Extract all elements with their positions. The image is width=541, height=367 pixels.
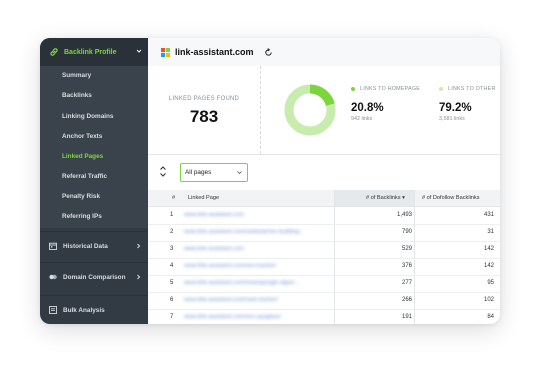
row-backlinks: 266 <box>401 297 412 303</box>
row-linked-page-link[interactable]: www.link-assistant.com/rank-tracker/ <box>184 297 278 303</box>
links-distribution-donut <box>284 84 336 136</box>
sidebar-section-label: Historical Data <box>63 242 108 250</box>
row-backlinks: 277 <box>401 280 412 286</box>
links-to-homepage-label: LINKS TO HOMEPAGE <box>360 86 421 92</box>
row-dofollow: 84 <box>487 314 494 320</box>
row-index: 4 <box>170 263 174 269</box>
row-index: 3 <box>170 246 174 252</box>
sort-icon[interactable] <box>159 165 167 178</box>
sidebar-section-label: Domain Comparison <box>63 273 126 281</box>
pages-filter-select[interactable]: All pages <box>180 163 248 182</box>
col-linked-page-header[interactable]: Linked Page <box>188 195 219 201</box>
col-backlinks-label: # of Backlinks <box>366 195 401 201</box>
app-logo-icon <box>161 47 170 57</box>
linked-pages-found-label: LINKED PAGES FOUND <box>168 96 240 102</box>
links-to-other-stat: LINKS TO OTHER 79.2% 3,581 links <box>439 86 496 122</box>
links-to-other-percent: 79.2% <box>439 102 472 114</box>
sidebar-item-summary[interactable]: Summary <box>62 72 91 79</box>
row-backlinks: 191 <box>401 314 412 320</box>
sidebar-item-penalty-risk[interactable]: Penalty Risk <box>62 193 100 200</box>
col-index-header: # <box>172 195 176 201</box>
sidebar-item-historical-data[interactable]: Historical Data <box>40 231 148 260</box>
table-row[interactable]: 4 www.link-assistant.com/seo-tracker/ 37… <box>148 258 500 276</box>
row-dofollow: 31 <box>487 229 494 235</box>
sidebar-item-domain-comparison[interactable]: Domain Comparison <box>40 262 148 291</box>
table-controls: All pages <box>148 155 500 189</box>
calendar-icon <box>49 242 57 250</box>
row-dofollow: 431 <box>483 212 494 218</box>
col-backlinks-header[interactable]: # of Backlinks ▾ <box>366 195 405 201</box>
row-linked-page-link[interactable]: www.link-assistant.com <box>184 212 244 218</box>
sidebar: Backlink Profile Summary Backlinks Linki… <box>40 38 148 324</box>
table-row[interactable]: 5 www.link-assistant.com/news/google-alg… <box>148 275 500 293</box>
chevron-down-icon <box>136 49 142 53</box>
row-dofollow: 102 <box>483 297 494 303</box>
row-linked-page-link[interactable]: www.link-assistant.com <box>184 246 244 252</box>
circles-icon <box>49 274 57 280</box>
links-to-homepage-stat: LINKS TO HOMEPAGE 20.8% 942 links <box>351 86 420 122</box>
sidebar-item-referral-traffic[interactable]: Referral Traffic <box>62 173 107 180</box>
row-linked-page-link[interactable]: www.link-assistant.com/seo-spyglass/ <box>184 314 281 320</box>
row-backlinks: 790 <box>401 229 412 235</box>
row-index: 5 <box>170 280 174 286</box>
sort-desc-icon: ▾ <box>402 195 405 201</box>
links-to-homepage-percent: 20.8% <box>351 102 384 114</box>
links-to-homepage-count: 942 links <box>351 116 373 122</box>
sidebar-header-label: Backlink Profile <box>64 48 117 56</box>
link-icon <box>50 48 58 56</box>
links-to-other-count: 3,581 links <box>439 116 465 122</box>
row-index: 7 <box>170 314 174 320</box>
chevron-right-icon <box>137 274 141 280</box>
row-index: 6 <box>170 297 174 303</box>
row-linked-page-link[interactable]: www.link-assistant.com/news/google-algor… <box>184 280 299 286</box>
row-index: 1 <box>170 212 174 218</box>
pages-filter-value: All pages <box>185 169 212 176</box>
row-linked-page-link[interactable]: www.link-assistant.com/seo-tracker/ <box>184 263 276 269</box>
sidebar-item-linking-domains[interactable]: Linking Domains <box>62 113 113 120</box>
sidebar-item-bulk-analysis[interactable]: Bulk Analysis <box>40 295 148 324</box>
row-dofollow: 95 <box>487 280 494 286</box>
row-index: 2 <box>170 229 174 235</box>
chevron-down-icon <box>237 171 242 175</box>
sidebar-section-label: Bulk Analysis <box>63 306 105 314</box>
project-domain: link-assistant.com <box>175 47 254 57</box>
table-row[interactable]: 7 www.link-assistant.com/seo-spyglass/ 1… <box>148 309 500 324</box>
app-window: Backlink Profile Summary Backlinks Linki… <box>40 38 500 324</box>
row-backlinks: 376 <box>401 263 412 269</box>
legend-dot-homepage <box>351 87 355 91</box>
chevron-right-icon <box>137 243 141 249</box>
row-linked-page-link[interactable]: www.link-assistant.com/rankwatcher-build… <box>184 229 304 235</box>
col-dofollow-header[interactable]: # of Dofollow Backlinks <box>422 195 480 201</box>
row-dofollow: 142 <box>483 246 494 252</box>
row-backlinks: 1,493 <box>396 212 412 218</box>
table-row[interactable]: 3 www.link-assistant.com 529 142 <box>148 241 500 259</box>
sidebar-sub-items: Summary Backlinks Linking Domains Anchor… <box>40 66 148 228</box>
sidebar-item-anchor-texts[interactable]: Anchor Texts <box>62 133 102 140</box>
legend-dot-other <box>439 87 443 91</box>
table-row[interactable]: 1 www.link-assistant.com 1,493 431 <box>148 207 500 225</box>
project-bar: link-assistant.com <box>148 38 500 66</box>
stats-panel: LINKED PAGES FOUND 783 LINKS TO HOMEPAGE… <box>148 66 500 155</box>
sidebar-item-linked-pages[interactable]: Linked Pages <box>62 153 103 160</box>
linked-pages-found-value: 783 <box>189 107 219 126</box>
table-header: # Linked Page # of Backlinks ▾ # of Dofo… <box>148 190 500 207</box>
links-to-other-label: LINKS TO OTHER <box>448 86 496 92</box>
sidebar-item-referring-ips[interactable]: Referring IPs <box>62 213 102 220</box>
row-dofollow: 142 <box>483 263 494 269</box>
main-panel: link-assistant.com LINKED PAGES FOUND 78… <box>148 38 500 324</box>
sidebar-item-backlinks[interactable]: Backlinks <box>62 92 92 99</box>
list-icon <box>49 306 57 314</box>
row-backlinks: 529 <box>401 246 412 252</box>
refresh-icon[interactable] <box>264 47 273 57</box>
sidebar-header-backlink-profile[interactable]: Backlink Profile <box>40 38 148 66</box>
table-row[interactable]: 6 www.link-assistant.com/rank-tracker/ 2… <box>148 292 500 310</box>
table-row[interactable]: 2 www.link-assistant.com/rankwatcher-bui… <box>148 224 500 242</box>
linked-pages-found-card: LINKED PAGES FOUND 783 <box>148 66 261 154</box>
